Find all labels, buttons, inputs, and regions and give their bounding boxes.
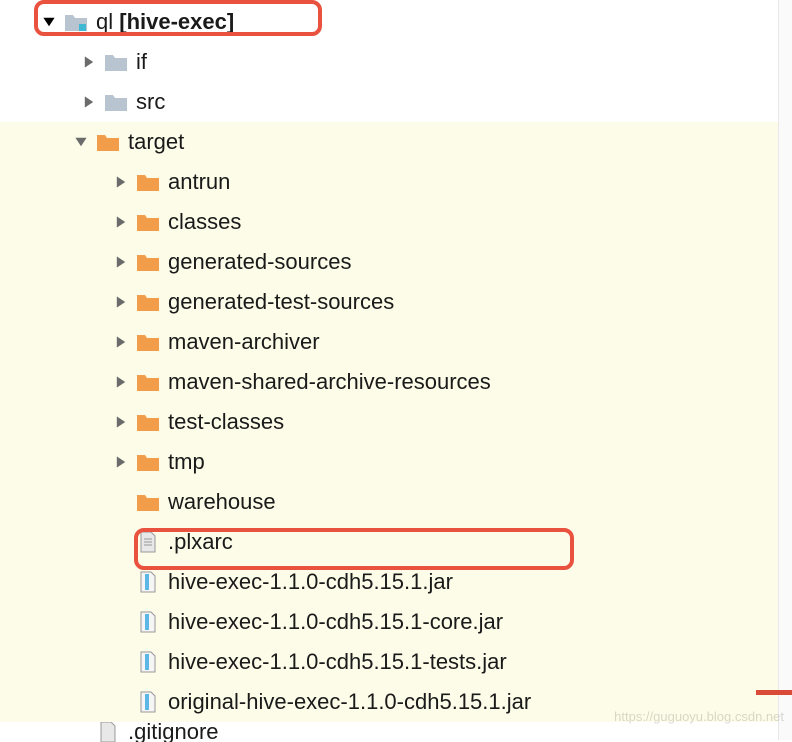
tree-node-root[interactable]: ql [hive-exec] — [0, 2, 792, 42]
tree-node[interactable]: target — [0, 122, 792, 162]
node-label: hive-exec-1.1.0-cdh5.15.1-core.jar — [168, 609, 503, 635]
folder-icon — [104, 91, 128, 113]
chevron-right-icon[interactable] — [112, 453, 130, 471]
node-label: test-classes — [168, 409, 284, 435]
folder-icon — [136, 291, 160, 313]
tree-node[interactable]: classes — [0, 202, 792, 242]
tree-node[interactable]: .plxarc — [0, 522, 792, 562]
folder-icon — [136, 411, 160, 433]
file-archive-icon — [136, 611, 160, 633]
folder-icon — [136, 211, 160, 233]
node-label: antrun — [168, 169, 230, 195]
module-folder-icon — [64, 11, 88, 33]
chevron-right-icon[interactable] — [112, 413, 130, 431]
node-label: classes — [168, 209, 241, 235]
folder-icon — [136, 331, 160, 353]
file-archive-icon — [136, 571, 160, 593]
tree-node[interactable]: tmp — [0, 442, 792, 482]
tree-node[interactable]: hive-exec-1.1.0-cdh5.15.1.jar — [0, 562, 792, 602]
file-archive-icon — [136, 651, 160, 673]
node-label: .gitignore — [128, 722, 219, 742]
chevron-right-icon[interactable] — [112, 213, 130, 231]
node-label: maven-shared-archive-resources — [168, 369, 491, 395]
node-label: ql [hive-exec] — [96, 9, 234, 35]
node-label: generated-test-sources — [168, 289, 394, 315]
tree-node[interactable]: generated-test-sources — [0, 282, 792, 322]
folder-icon — [104, 51, 128, 73]
chevron-right-icon[interactable] — [80, 53, 98, 71]
watermark: https://guguoyu.blog.csdn.net — [614, 709, 784, 724]
chevron-right-icon[interactable] — [112, 373, 130, 391]
chevron-right-icon[interactable] — [112, 293, 130, 311]
folder-icon — [136, 491, 160, 513]
chevron-down-icon[interactable] — [72, 133, 90, 151]
chevron-right-icon[interactable] — [112, 173, 130, 191]
node-label: target — [128, 129, 184, 155]
folder-icon — [136, 371, 160, 393]
scrollbar[interactable] — [778, 0, 792, 740]
chevron-down-icon[interactable] — [40, 13, 58, 31]
folder-icon — [136, 251, 160, 273]
file-archive-icon — [136, 691, 160, 713]
node-label: .plxarc — [168, 529, 233, 555]
node-label: warehouse — [168, 489, 276, 515]
folder-icon — [136, 451, 160, 473]
node-label: tmp — [168, 449, 205, 475]
tree-node[interactable]: maven-shared-archive-resources — [0, 362, 792, 402]
file-text-icon — [136, 531, 160, 553]
node-label: if — [136, 49, 147, 75]
chevron-right-icon[interactable] — [80, 93, 98, 111]
file-text-icon — [96, 722, 120, 742]
folder-icon — [96, 131, 120, 153]
tree-node[interactable]: src — [0, 82, 792, 122]
tree-node[interactable]: maven-archiver — [0, 322, 792, 362]
node-label: original-hive-exec-1.1.0-cdh5.15.1.jar — [168, 689, 531, 715]
tree-node[interactable]: generated-sources — [0, 242, 792, 282]
node-label: src — [136, 89, 165, 115]
tree-node[interactable]: hive-exec-1.1.0-cdh5.15.1-tests.jar — [0, 642, 792, 682]
node-label: maven-archiver — [168, 329, 320, 355]
node-label: hive-exec-1.1.0-cdh5.15.1-tests.jar — [168, 649, 507, 675]
chevron-right-icon[interactable] — [112, 253, 130, 271]
tree-node[interactable]: test-classes — [0, 402, 792, 442]
highlighted-region: target antrun classes — [0, 122, 792, 722]
folder-icon — [136, 171, 160, 193]
tree-node[interactable]: antrun — [0, 162, 792, 202]
node-label: hive-exec-1.1.0-cdh5.15.1.jar — [168, 569, 453, 595]
project-tree: ql [hive-exec] if src targ — [0, 0, 792, 742]
marker-bar — [756, 690, 792, 695]
tree-node[interactable]: warehouse — [0, 482, 792, 522]
chevron-right-icon[interactable] — [112, 333, 130, 351]
node-label: generated-sources — [168, 249, 351, 275]
tree-node[interactable]: .gitignore — [0, 722, 792, 742]
tree-node[interactable]: if — [0, 42, 792, 82]
tree-node[interactable]: hive-exec-1.1.0-cdh5.15.1-core.jar — [0, 602, 792, 642]
